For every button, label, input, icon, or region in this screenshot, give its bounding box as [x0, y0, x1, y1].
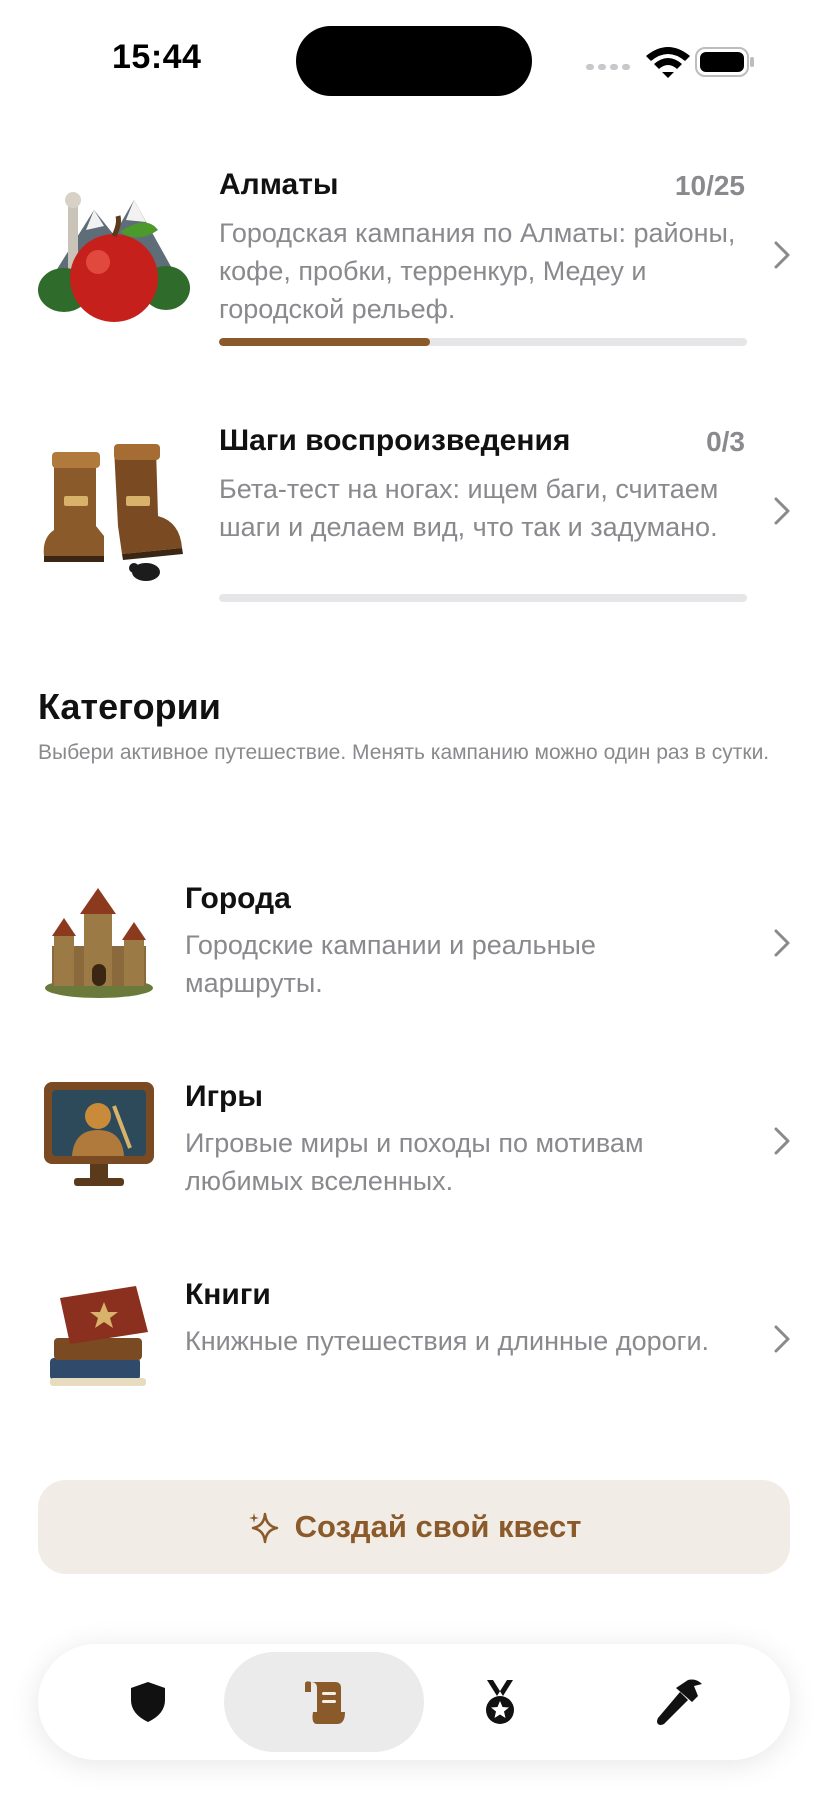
castle-icon [45, 888, 153, 998]
campaign-progress-bar [219, 594, 747, 602]
monitor-hero-icon [44, 1082, 154, 1186]
chevron-right-icon [774, 929, 790, 957]
campaign-title: Алматы [219, 168, 339, 201]
shield-icon [131, 1682, 165, 1722]
medal-icon [486, 1680, 514, 1724]
campaign-row-repro-steps[interactable]: Шаги воспроизведения 0/3 Бета-тест на но… [0, 406, 828, 606]
chevron-right-icon [774, 497, 790, 525]
categories-title: Категории [38, 686, 221, 727]
chevron-right-icon [774, 1127, 790, 1155]
category-row-cities[interactable]: Города Городские кампании и реальные мар… [0, 870, 828, 1070]
boots-bug-icon [43, 444, 183, 581]
signal-icon [586, 64, 630, 70]
tab-achievements[interactable] [400, 1652, 600, 1752]
campaign-description: Городская кампания по Алматы: районы, ко… [219, 218, 736, 324]
category-title: Игры [185, 1080, 264, 1113]
campaign-progress-bar [219, 338, 747, 346]
sparkle-icon [248, 1512, 278, 1544]
campaign-title: Шаги воспроизведения [219, 424, 571, 457]
category-row-books[interactable]: Книги Книжные путешествия и длинные доро… [0, 1266, 828, 1466]
status-bar: 15:44 [0, 0, 828, 120]
tab-bar [38, 1644, 790, 1760]
book-stack-icon [50, 1286, 148, 1386]
chevron-right-icon [774, 241, 790, 269]
campaign-progress-count: 10/25 [674, 170, 745, 201]
scroll-icon [305, 1681, 345, 1724]
campaign-progress-fill [219, 338, 431, 346]
category-row-games[interactable]: Игры Игровые миры и походы по мотивам лю… [0, 1068, 828, 1268]
status-time: 15:44 [112, 38, 202, 76]
categories-subtitle: Выбери активное путешествие. Менять камп… [38, 741, 770, 764]
tab-shield[interactable] [48, 1652, 248, 1752]
tab-tools[interactable] [580, 1652, 780, 1752]
wifi-icon [646, 47, 690, 78]
hammer-icon [657, 1679, 702, 1725]
battery-icon [695, 47, 754, 77]
category-description: Книжные путешествия и длинные дороги. [185, 1326, 710, 1356]
create-quest-button[interactable]: Создай свой квест [38, 1480, 790, 1574]
tab-quests[interactable] [224, 1652, 424, 1752]
campaign-progress-count: 0/3 [706, 426, 745, 457]
category-description: Городские кампании и реальные маршруты. [185, 930, 596, 998]
campaign-description: Бета-тест на ногах: ищем баги, считаем ш… [219, 474, 719, 542]
status-icons [586, 47, 754, 78]
chevron-right-icon [774, 1325, 790, 1353]
category-description: Игровые миры и походы по мотивам любимых… [185, 1128, 644, 1196]
apple-mountain-icon [38, 192, 190, 322]
create-quest-label: Создай свой квест [294, 1509, 582, 1544]
category-title: Города [185, 882, 291, 915]
dynamic-island [296, 26, 532, 96]
category-title: Книги [185, 1278, 271, 1311]
campaign-row-almaty[interactable]: Алматы 10/25 Городская кампания по Алмат… [0, 150, 828, 350]
